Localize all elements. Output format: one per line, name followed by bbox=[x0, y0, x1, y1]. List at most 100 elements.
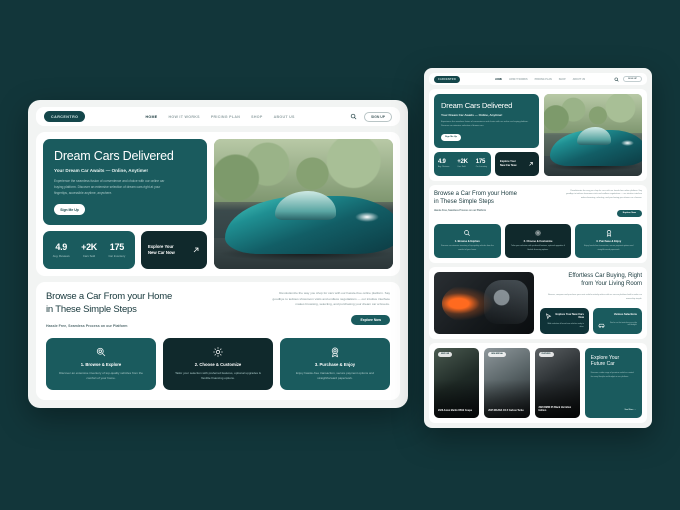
magnifier-icon bbox=[95, 346, 107, 358]
promo-paragraph: Discover a wide range of premium vehicle… bbox=[590, 372, 634, 378]
signup-button[interactable]: SIGN UP bbox=[623, 75, 642, 83]
effortless-card-selections[interactable]: Various Selections Find a car that match… bbox=[593, 307, 642, 334]
step-description: Discover an extensive inventory of top-q… bbox=[59, 370, 143, 380]
explore-new-car-button[interactable]: Explore Your New Car Now bbox=[495, 151, 539, 176]
search-icon[interactable] bbox=[350, 113, 357, 120]
stat-label: Car Inventory bbox=[475, 166, 488, 169]
future-car-promo-card[interactable]: Explore Your Future Car Discover a wide … bbox=[584, 347, 642, 418]
desktop-hero-section: Dream Cars Delivered Your Dream Car Awai… bbox=[36, 132, 400, 277]
effortless-section: Effortless Car Buying, Right from Your L… bbox=[434, 271, 642, 334]
car-listing-card[interactable]: NEW CAR 2026 Aston Martin DB12 Coupe bbox=[434, 347, 480, 418]
stat-item: 175 Car Inventory bbox=[108, 242, 125, 258]
stat-item: +2K Cars Sold bbox=[81, 242, 97, 258]
brand-logo[interactable]: CARCENTRO bbox=[44, 111, 86, 123]
hero-body-text: Experience the seamless fusion of conven… bbox=[54, 179, 165, 195]
effortless-card-explore[interactable]: Explore Your New Cars Now Wide selection… bbox=[540, 307, 589, 334]
explore-card-text: Explore Your New Car Now bbox=[148, 244, 175, 257]
nav-item-home[interactable]: HOME bbox=[495, 78, 502, 81]
gear-icon bbox=[534, 229, 542, 237]
tablet-mockup: CARCENTRO HOME HOW IT WORKS PRICING PLAN… bbox=[424, 68, 652, 428]
stat-value: 175 bbox=[475, 159, 486, 166]
listing-tag: FEATURED bbox=[538, 351, 554, 357]
nav-item-about-us[interactable]: ABOUT US bbox=[573, 78, 585, 81]
explore-now-button[interactable]: Explore Now bbox=[616, 210, 642, 217]
image-overlay bbox=[484, 347, 530, 418]
nav-item-shop[interactable]: SHOP bbox=[559, 78, 566, 81]
search-icon[interactable] bbox=[614, 77, 619, 82]
stat-label: Avg. Reviews bbox=[52, 254, 70, 259]
step-title: 2. Choose & Customize bbox=[523, 239, 553, 243]
step-card-browse-explore[interactable]: 1. Browse & Explore Discover an extensiv… bbox=[434, 224, 501, 258]
effortless-heading-line-1: Effortless Car Buying, Right bbox=[568, 272, 642, 279]
nav-item-how-it-works[interactable]: HOW IT WORKS bbox=[509, 78, 527, 81]
desktop-steps-section: Browse a Car From your Home in These Sim… bbox=[36, 282, 400, 400]
hero-signup-button[interactable]: Sign Me Up bbox=[441, 133, 461, 141]
desktop-nav-right: SIGN UP bbox=[350, 111, 392, 122]
desktop-nav-links: HOME HOW IT WORKS PRICING PLAN SHOP ABOU… bbox=[145, 115, 294, 119]
stat-item: 4.9 Avg. Reviews bbox=[438, 159, 449, 168]
stat-item: 4.9 Avg. Reviews bbox=[53, 242, 70, 258]
hero-left-column: Dream Cars Delivered Your Dream Car Awai… bbox=[43, 139, 207, 270]
step-description: Tailor your selection with preferred fea… bbox=[175, 370, 261, 380]
step-description: Discover an extensive inventory of top-q… bbox=[440, 245, 494, 251]
listing-name: 2025 MAZDA CX-5 Carbon Turbo bbox=[488, 410, 524, 413]
car-icon bbox=[598, 322, 605, 329]
stat-value: 4.9 bbox=[437, 159, 446, 166]
step-card-purchase-enjoy[interactable]: 3. Purchase & Enjoy Enjoy hassle-free tr… bbox=[280, 337, 390, 390]
stat-label: Avg. Reviews bbox=[437, 166, 450, 169]
hero-subtitle: Your Dream Car Awaits — Online, Anytime! bbox=[441, 113, 503, 117]
car-listing-card[interactable]: NEW ARRIVAL 2025 MAZDA CX-5 Carbon Turbo bbox=[484, 347, 530, 418]
effortless-card-title: Various Selections bbox=[613, 312, 637, 316]
step-card-browse-explore[interactable]: 1. Browse & Explore Discover an extensiv… bbox=[46, 337, 156, 390]
step-card-choose-customize[interactable]: 2. Choose & Customize Tailor your select… bbox=[504, 224, 572, 258]
effortless-card-top: Explore Your New Cars Now bbox=[545, 313, 584, 320]
signup-button[interactable]: SIGN UP bbox=[364, 111, 392, 122]
stat-item: +2K Cars Sold bbox=[457, 159, 468, 168]
effortless-heading-line-2: from Your Living Room bbox=[581, 281, 642, 288]
hero-signup-button[interactable]: Sign Me Up bbox=[54, 204, 85, 216]
promo-see-more-button[interactable]: See More → bbox=[625, 409, 636, 411]
effortless-card-title: Explore Your New Cars Now bbox=[555, 312, 584, 319]
nav-item-pricing-plan[interactable]: PRICING PLAN bbox=[211, 115, 240, 119]
step-description: Enjoy hassle-free transaction, secure pa… bbox=[295, 370, 375, 380]
tablet-nav-links: HOME HOW IT WORKS PRICING PLAN SHOP ABOU… bbox=[495, 78, 585, 81]
steps-heading-line-1: Browse a Car From your Home bbox=[434, 190, 518, 197]
steps-right-block: Revolutionize the way you shop for cars … bbox=[268, 291, 390, 328]
step-card-purchase-enjoy[interactable]: 3. Purchase & Enjoy Enjoy hassle-free tr… bbox=[575, 224, 643, 258]
listing-name: 2026 BMW X5 Black Vermilion Edition bbox=[538, 406, 572, 413]
stat-label: Cars Sold bbox=[457, 166, 466, 169]
gear-icon bbox=[212, 346, 224, 358]
steps-heading-block: Browse a Car From your Home in These Sim… bbox=[434, 190, 517, 219]
step-description: Tailor your selection with preferred fea… bbox=[510, 245, 566, 251]
nav-item-how-it-works[interactable]: HOW IT WORKS bbox=[168, 115, 199, 119]
step-title: 3. Purchase & Enjoy bbox=[596, 239, 622, 243]
nav-item-home[interactable]: HOME bbox=[145, 115, 157, 119]
steps-subheading: Hassle Free, Seamless Process on our Pla… bbox=[46, 323, 128, 328]
badge-icon bbox=[329, 346, 341, 358]
steps-heading-line-2: in These Simple Steps bbox=[46, 304, 137, 315]
arrow-up-right-icon bbox=[528, 161, 534, 167]
hero-card: Dream Cars Delivered Your Dream Car Awai… bbox=[43, 139, 207, 226]
step-card-choose-customize[interactable]: 2. Choose & Customize Tailor your select… bbox=[163, 337, 273, 390]
nav-item-about-us[interactable]: ABOUT US bbox=[274, 115, 295, 119]
hero-card: Dream Cars Delivered Your Dream Car Awai… bbox=[434, 94, 539, 148]
explore-now-button[interactable]: Explore Now bbox=[351, 314, 390, 325]
nav-item-pricing-plan[interactable]: PRICING PLAN bbox=[535, 78, 552, 81]
badge-icon bbox=[605, 229, 613, 238]
explore-new-car-button[interactable]: Explore Your New Car Now bbox=[141, 231, 207, 270]
car-listing-card[interactable]: FEATURED 2026 BMW X5 Black Vermilion Edi… bbox=[534, 347, 580, 418]
tablet-nav-right: SIGN UP bbox=[614, 75, 642, 83]
hero-stats-row: 4.9 Avg. Reviews +2K Cars Sold 175 Car I… bbox=[434, 151, 539, 176]
effortless-right-block: Effortless Car Buying, Right from Your L… bbox=[540, 272, 642, 334]
promo-heading-line-2: Future Car bbox=[590, 361, 615, 368]
steps-heading-line-2: in These Simple Steps bbox=[434, 198, 494, 205]
effortless-cards-row: Explore Your New Cars Now Wide selection… bbox=[540, 307, 642, 334]
stat-item: 175 Car Inventory bbox=[476, 159, 487, 168]
tablet-effortless-panel: Effortless Car Buying, Right from Your L… bbox=[429, 266, 647, 339]
steps-heading-block: Browse a Car From your Home in These Sim… bbox=[46, 291, 172, 328]
arrow-up-right-icon bbox=[192, 246, 200, 254]
tablet-listings-panel: NEW CAR 2026 Aston Martin DB12 Coupe NEW… bbox=[429, 342, 647, 423]
nav-item-shop[interactable]: SHOP bbox=[251, 115, 262, 119]
tablet-hero-left: Dream Cars Delivered Your Dream Car Awai… bbox=[434, 94, 539, 176]
brand-logo[interactable]: CARCENTRO bbox=[434, 75, 460, 83]
